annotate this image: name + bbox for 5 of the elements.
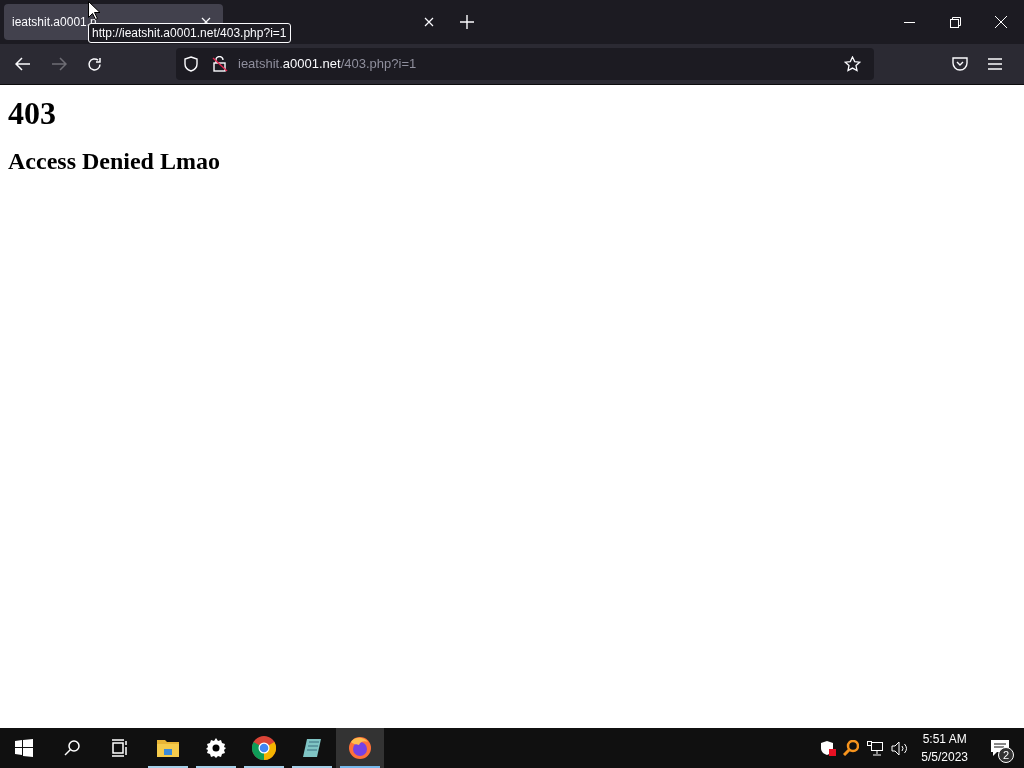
page-heading: 403: [8, 95, 56, 131]
notification-count: 2: [998, 747, 1014, 763]
tooltip: http://ieatshit.a0001.net/403.php?i=1: [88, 23, 291, 43]
page-subheading: Access Denied Lmao: [8, 147, 220, 175]
url-text: ieatshit.a0001.net/403.php?i=1: [238, 55, 417, 74]
